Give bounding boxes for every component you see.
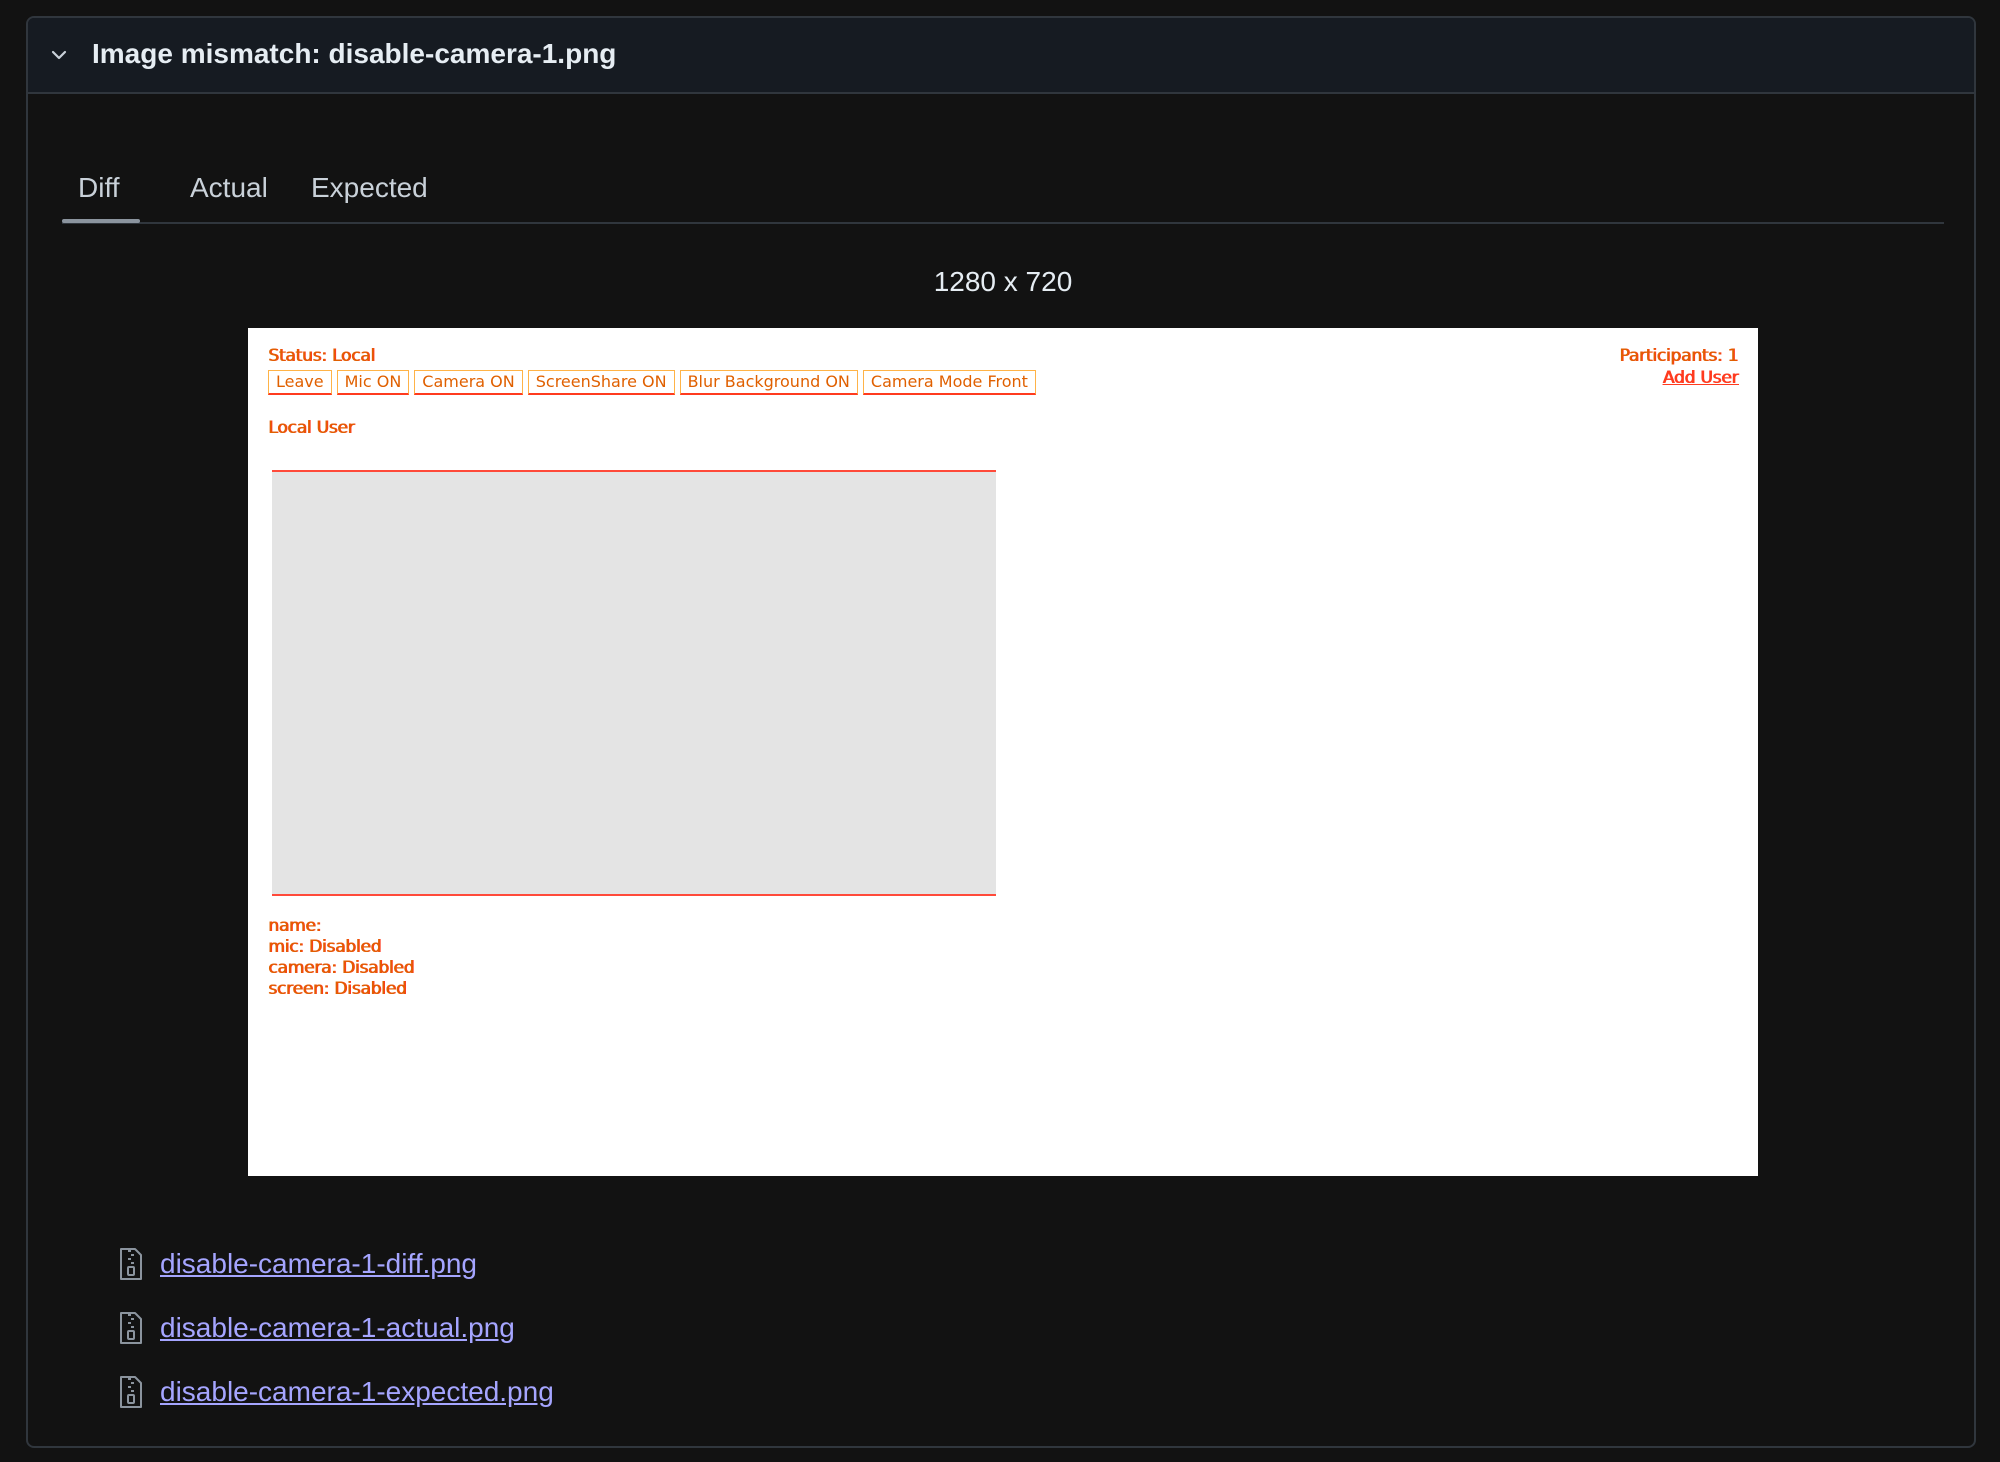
zip-file-icon xyxy=(120,1248,142,1280)
active-tab-indicator xyxy=(62,219,140,223)
mic-button: Mic ON xyxy=(336,370,410,395)
attachment-link-expected[interactable]: disable-camera-1-expected.png xyxy=(160,1376,554,1408)
leave-button: Leave xyxy=(268,370,332,395)
video-placeholder xyxy=(272,470,996,896)
image-dimensions: 1280 x 720 xyxy=(933,266,1073,297)
panel-title: Image mismatch: disable-camera-1.png xyxy=(92,38,617,69)
tab-expected[interactable]: Expected xyxy=(311,172,428,204)
control-buttons: Leave Mic ON Camera ON ScreenShare ON Bl… xyxy=(268,370,1036,395)
participants-count: Participants: 1 xyxy=(1619,346,1738,366)
tab-bar: Diff Actual Expected xyxy=(62,144,1944,224)
tab-diff[interactable]: Diff xyxy=(78,172,120,204)
info-mic: mic: Disabled xyxy=(268,937,382,957)
zip-file-icon xyxy=(120,1376,142,1408)
tab-actual[interactable]: Actual xyxy=(190,172,268,204)
zip-file-icon xyxy=(120,1312,142,1344)
image-mismatch-panel: Image mismatch: disable-camera-1.png Dif… xyxy=(26,16,1976,1448)
camera-mode-button: Camera Mode Front xyxy=(862,370,1036,395)
attachment-item: disable-camera-1-actual.png xyxy=(118,1308,554,1348)
attachment-item: disable-camera-1-expected.png xyxy=(118,1372,554,1412)
attachment-item: disable-camera-1-diff.png xyxy=(118,1244,554,1284)
panel-header[interactable]: Image mismatch: disable-camera-1.png xyxy=(28,18,1974,94)
attachment-list: disable-camera-1-diff.png disable-camera… xyxy=(118,1244,554,1436)
chevron-down-icon[interactable] xyxy=(50,46,68,64)
status-text: Status: Local xyxy=(268,346,375,366)
info-camera: camera: Disabled xyxy=(268,958,414,978)
camera-button: Camera ON xyxy=(414,370,523,395)
local-user-label: Local User xyxy=(268,418,355,438)
info-name: name: xyxy=(268,916,321,936)
attachment-link-actual[interactable]: disable-camera-1-actual.png xyxy=(160,1312,515,1344)
diff-image: Status: Local Leave Mic ON Camera ON Scr… xyxy=(248,328,1758,1176)
blur-background-button: Blur Background ON xyxy=(679,370,858,395)
add-user-link: Add User xyxy=(1662,368,1739,388)
screenshare-button: ScreenShare ON xyxy=(527,370,675,395)
info-screen: screen: Disabled xyxy=(268,979,407,999)
attachment-link-diff[interactable]: disable-camera-1-diff.png xyxy=(160,1248,477,1280)
